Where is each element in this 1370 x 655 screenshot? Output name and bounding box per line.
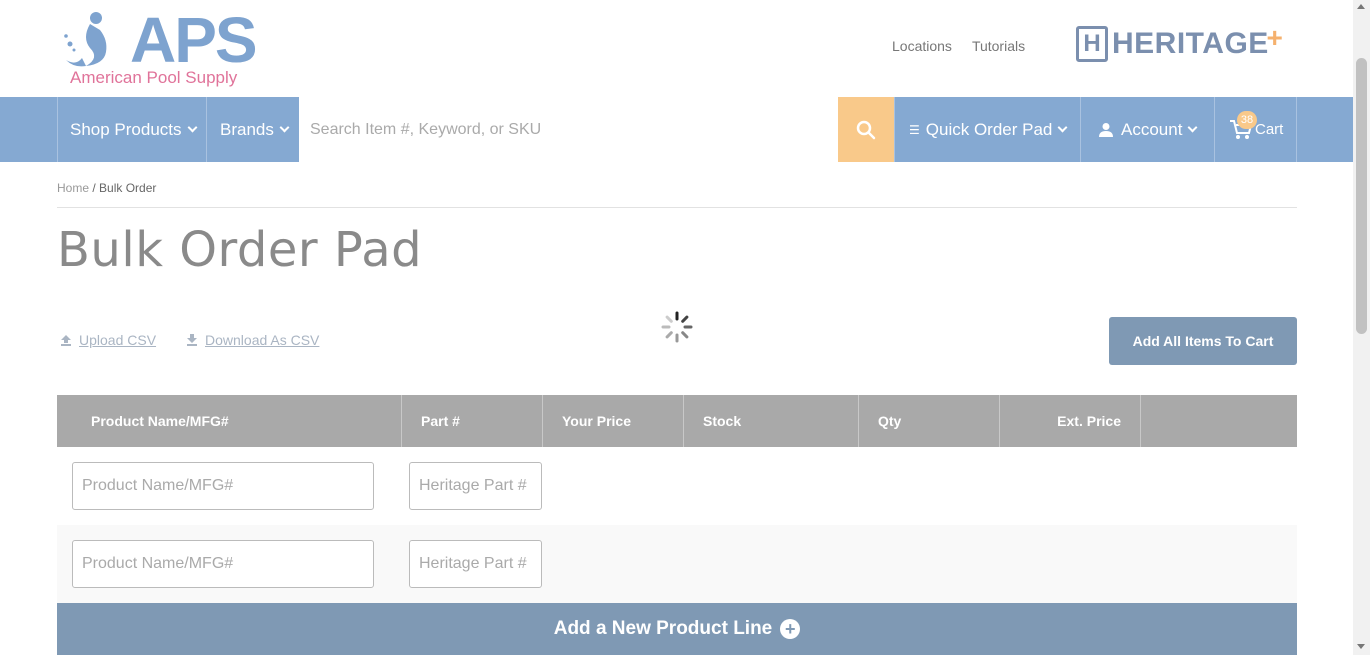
top-links: Locations Tutorials [892,38,1025,54]
plus-circle-icon: + [780,619,801,639]
logo-tagline: American Pool Supply [70,68,238,87]
scroll-up-arrow-icon[interactable] [1357,4,1365,9]
heritage-mark-icon: H [1076,26,1108,62]
product-name-input[interactable] [72,462,374,510]
breadcrumb-home[interactable]: Home [57,181,89,195]
column-divider [1140,395,1141,447]
breadcrumb-separator: / [92,181,96,195]
column-divider [542,395,543,447]
divider [57,207,1297,208]
col-ext-price: Ext. Price [1057,413,1121,429]
add-product-line-label: Add a New Product Line [553,618,773,639]
logo-wordmark: APS [130,4,258,76]
upload-csv-link[interactable]: Upload CSV [59,332,156,348]
nav-account-label: Account [1121,119,1183,139]
chevron-down-icon [1057,122,1068,133]
chevron-down-icon [1187,122,1198,133]
search-button[interactable] [838,97,894,162]
aps-logo[interactable]: APS American Pool Supply [60,8,260,92]
page-title: Bulk Order Pad [57,222,423,278]
nav-cart[interactable]: Cart [1214,97,1297,162]
col-your-price: Your Price [562,413,631,429]
table-row [57,447,1297,525]
page-scrollbar[interactable] [1353,0,1370,655]
heritage-part-input[interactable] [409,540,542,588]
loading-spinner-icon [661,311,693,343]
col-product-name: Product Name/MFG# [91,413,229,429]
column-divider [858,395,859,447]
download-csv-link[interactable]: Download As CSV [185,332,319,348]
upload-csv-label: Upload CSV [79,332,157,348]
nav-cart-label: Cart [1255,121,1284,138]
breadcrumb: Home / Bulk Order [57,181,156,195]
col-part-number: Part # [421,413,460,429]
add-product-line-button[interactable]: Add a New Product Line + [57,603,1297,655]
cart-count-badge: 38 [1237,111,1257,129]
scroll-down-arrow-icon[interactable] [1357,644,1365,649]
chevron-down-icon [187,122,197,133]
add-all-to-cart-button[interactable]: Add All Items To Cart [1109,317,1297,365]
user-icon [1099,122,1113,137]
page: APS American Pool Supply Locations Tutor… [0,0,1353,655]
col-stock: Stock [703,413,742,429]
col-qty: Qty [878,413,902,429]
nav-quick-order-label: Quick Order Pad [925,119,1053,139]
heritage-wordmark: HERITAGE [1112,27,1269,60]
download-icon [187,334,197,346]
table-header: Product Name/MFG# Part # Your Price Stoc… [57,395,1297,447]
nav-shop-products-label: Shop Products [70,119,182,139]
locations-link[interactable]: Locations [892,38,952,54]
heritage-plus-icon: + [1266,22,1283,53]
download-csv-label: Download As CSV [205,332,320,348]
breadcrumb-current: Bulk Order [99,181,157,195]
nav-shop-products[interactable]: Shop Products [57,97,206,162]
search-box [299,97,838,162]
nav-account[interactable]: Account [1080,97,1214,162]
column-divider [683,395,684,447]
list-icon: ☰ [909,122,920,137]
heritage-logo[interactable]: H HERITAGE + [1076,22,1283,64]
product-name-input[interactable] [72,540,374,588]
column-divider [401,395,402,447]
tutorials-link[interactable]: Tutorials [972,38,1025,54]
nav-brands[interactable]: Brands [206,97,299,162]
nav-brands-label: Brands [220,119,274,139]
nav-quick-order-pad[interactable]: ☰ Quick Order Pad [894,97,1080,162]
site-header: APS American Pool Supply Locations Tutor… [0,0,1353,97]
search-input[interactable] [310,120,838,139]
chevron-down-icon [279,122,290,133]
table-row [57,525,1297,603]
search-icon [856,120,876,139]
upload-icon [61,335,71,346]
heritage-part-input[interactable] [409,462,542,510]
scrollbar-thumb[interactable] [1356,58,1367,334]
